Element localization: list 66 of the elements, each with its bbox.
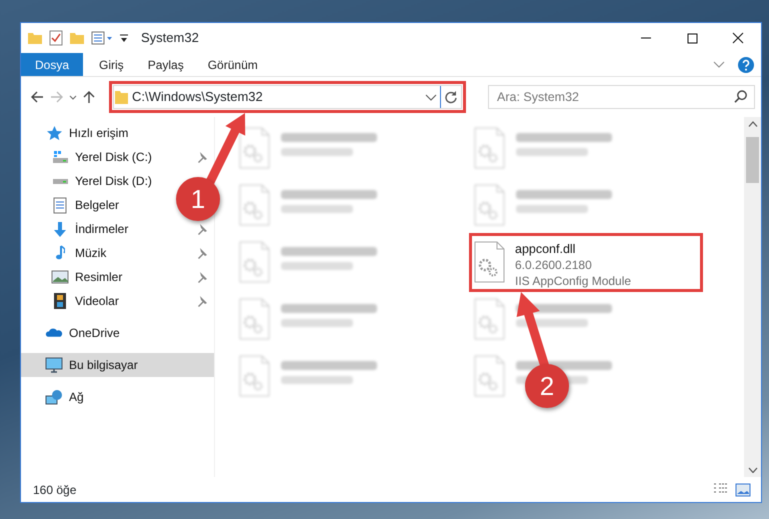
details-view-icon[interactable] (713, 482, 729, 492)
pin-icon[interactable] (197, 246, 208, 260)
music-note-icon (54, 245, 66, 261)
scroll-down-icon[interactable] (748, 466, 758, 473)
folder-icon (114, 90, 129, 104)
large-icons-view-icon[interactable] (735, 482, 751, 496)
pin-icon[interactable] (197, 150, 208, 164)
search-field[interactable]: Ara: System32 (488, 85, 755, 109)
film-strip-icon (53, 292, 67, 310)
ribbon-tab[interactable]: Dosya (21, 53, 84, 76)
cloud-icon (45, 327, 63, 339)
sidebar-item[interactable]: OneDrive (21, 321, 124, 345)
search-icon (734, 90, 747, 104)
sidebar-item[interactable]: Hızlı erişim (21, 121, 132, 145)
network-icon (45, 389, 63, 405)
star-icon (46, 124, 62, 142)
address-path: C:\Windows\System32 (132, 88, 263, 106)
file-name[interactable]: appconf.dll (515, 241, 576, 257)
window-title: System32 (141, 29, 199, 48)
help-icon[interactable] (737, 56, 755, 74)
file-detail: 6.0.2600.2180 (515, 257, 592, 273)
drive-icon (52, 150, 68, 164)
download-icon (53, 220, 67, 238)
scroll-up-icon[interactable] (748, 121, 758, 128)
caret-icon (69, 94, 77, 100)
back-button[interactable] (31, 91, 44, 103)
sidebar-item[interactable]: Bu bilgisayar (21, 353, 214, 377)
back-arrow-icon (31, 91, 44, 103)
sidebar-item[interactable]: Yerel Disk (C:) (21, 145, 214, 169)
pin-icon[interactable] (197, 270, 208, 284)
recent-locations-button[interactable] (69, 94, 77, 100)
forward-button[interactable] (50, 91, 63, 103)
ribbon-tab[interactable]: Görünüm (196, 53, 270, 76)
ribbon-tab[interactable]: Giriş (83, 53, 136, 76)
sidebar-item[interactable]: Belgeler (21, 193, 124, 217)
maximize-icon (686, 32, 698, 44)
forward-arrow-icon (50, 91, 63, 103)
address-field[interactable]: C:\Windows\System32 (113, 85, 462, 109)
computer-icon (45, 357, 63, 373)
pin-icon[interactable] (197, 222, 208, 236)
picture-icon (51, 270, 69, 284)
caret-icon (425, 94, 438, 100)
close-icon (732, 32, 744, 44)
file-detail: IIS AppConfig Module (515, 273, 632, 289)
chevron-down-icon[interactable] (713, 61, 725, 68)
document-icon (53, 196, 67, 214)
scrollbar-thumb[interactable] (746, 137, 759, 183)
scrollbar[interactable] (744, 117, 761, 477)
dll-file-icon[interactable] (474, 241, 505, 283)
pin-icon[interactable] (197, 294, 208, 308)
up-button[interactable] (83, 90, 95, 104)
refresh-icon (445, 90, 457, 104)
sidebar-item[interactable]: Videolar (21, 289, 214, 313)
minimize-icon (640, 37, 652, 39)
dropdown-icon[interactable] (119, 34, 129, 42)
properties-icon[interactable] (91, 31, 113, 45)
checklist-icon[interactable] (49, 30, 63, 46)
sidebar-item[interactable]: Yerel Disk (D:) (21, 169, 156, 193)
address-dropdown-button[interactable] (425, 94, 438, 100)
sidebar-item[interactable]: Resimler (21, 265, 214, 289)
item-count: 160 öğe (33, 482, 76, 498)
ribbon-tab[interactable]: Paylaş (136, 53, 196, 76)
up-arrow-icon (83, 90, 95, 104)
drive-icon (52, 178, 68, 184)
sidebar-item[interactable]: Ağ (21, 385, 88, 409)
sidebar-item[interactable]: Müzik (21, 241, 214, 265)
